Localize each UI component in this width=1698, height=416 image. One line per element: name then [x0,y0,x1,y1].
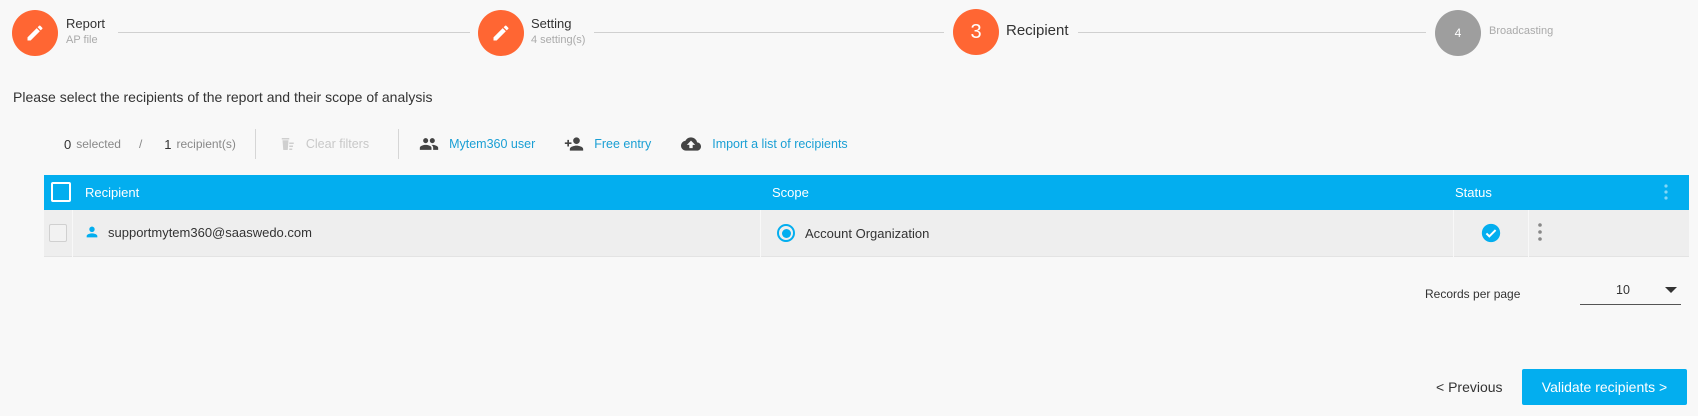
add-person-icon [565,137,584,151]
column-header-scope[interactable]: Scope [772,185,809,200]
step-3-title: Recipient [1006,22,1069,39]
count-separator: / [138,137,143,151]
step-4-circle: 4 [1435,10,1481,56]
recipient-cell: supportmytem360@saaswedo.com [84,224,312,240]
step-1-circle[interactable] [12,10,58,56]
clear-filters-button[interactable]: Clear filters [278,135,369,153]
validate-recipients-button[interactable]: Validate recipients > [1522,369,1687,405]
records-per-page-select[interactable]: 10 [1580,280,1681,305]
recipients-toolbar: 0 selected / 1 recipient(s) Clear filter… [44,124,848,164]
import-recipients-label: Import a list of recipients [712,137,848,151]
step-3-label: Recipient [1006,22,1069,39]
group-icon [419,138,439,150]
caret-down-icon [1665,287,1677,293]
step-4-label: Broadcasting [1489,25,1553,37]
table-row[interactable]: supportmytem360@saaswedo.com Account Org… [44,210,1689,257]
scope-label: Account Organization [805,225,930,241]
step-3-number: 3 [970,20,982,43]
scope-radio[interactable] [777,224,795,242]
records-per-page-label: Records per page [1425,287,1521,301]
column-menu-icon[interactable] [1663,183,1669,201]
cell-divider [1528,210,1529,257]
column-header-recipient[interactable]: Recipient [85,185,139,200]
step-1-label: Report AP file [66,16,105,46]
cell-divider [760,210,761,257]
table-header: Recipient Scope Status [44,175,1689,210]
stepper: Report AP file Setting 4 setting(s) 3 Re… [0,0,1698,76]
pencil-icon [493,25,509,41]
person-icon [86,226,98,238]
scope-cell: Account Organization [777,224,929,242]
free-entry-label: Free entry [594,137,652,151]
free-entry-button[interactable]: Free entry [564,134,651,154]
step-3-circle: 3 [953,9,999,55]
toolbar-divider [254,129,256,159]
step-2-title: Setting [531,16,572,31]
recipient-count: 1 [164,136,172,152]
step-4-number: 4 [1454,26,1462,40]
row-checkbox[interactable] [49,224,67,242]
instruction-text: Please select the recipients of the repo… [13,89,433,105]
step-2-label: Setting 4 setting(s) [531,16,585,46]
recipients-table: Recipient Scope Status supportmytem360@s… [44,175,1689,257]
recipient-count-label: recipient(s) [176,137,236,151]
step-1-subtitle: AP file [66,34,98,46]
cloud-upload-icon [681,137,702,151]
selected-label: selected [76,137,121,151]
records-per-page-value: 10 [1616,283,1630,297]
clear-filters-label: Clear filters [305,137,370,151]
selected-count: 0 [64,136,72,152]
status-cell [1481,223,1501,248]
mytem-user-button[interactable]: Mytem360 user [419,134,535,154]
clear-filter-icon [281,138,294,150]
recipient-email: supportmytem360@saaswedo.com [108,224,312,240]
scope-radio-dot [781,228,791,238]
pencil-icon [27,25,43,41]
step-1-title: Report [66,16,106,31]
toolbar-divider [398,129,400,159]
row-menu-icon[interactable] [1537,222,1543,242]
import-recipients-button[interactable]: Import a list of recipients [680,134,848,154]
check-circle-icon [1481,223,1501,243]
select-all-checkbox[interactable] [51,182,71,202]
cell-divider [72,210,73,257]
cell-divider [1453,210,1454,257]
step-connector [1078,32,1426,33]
column-header-status[interactable]: Status [1455,185,1492,200]
mytem-user-label: Mytem360 user [449,137,536,151]
step-connector [594,32,944,33]
step-2-circle[interactable] [478,10,524,56]
step-connector [118,32,470,33]
step-4-title: Broadcasting [1489,25,1554,37]
step-2-subtitle: 4 setting(s) [531,34,586,46]
previous-button[interactable]: < Previous [1436,379,1503,395]
